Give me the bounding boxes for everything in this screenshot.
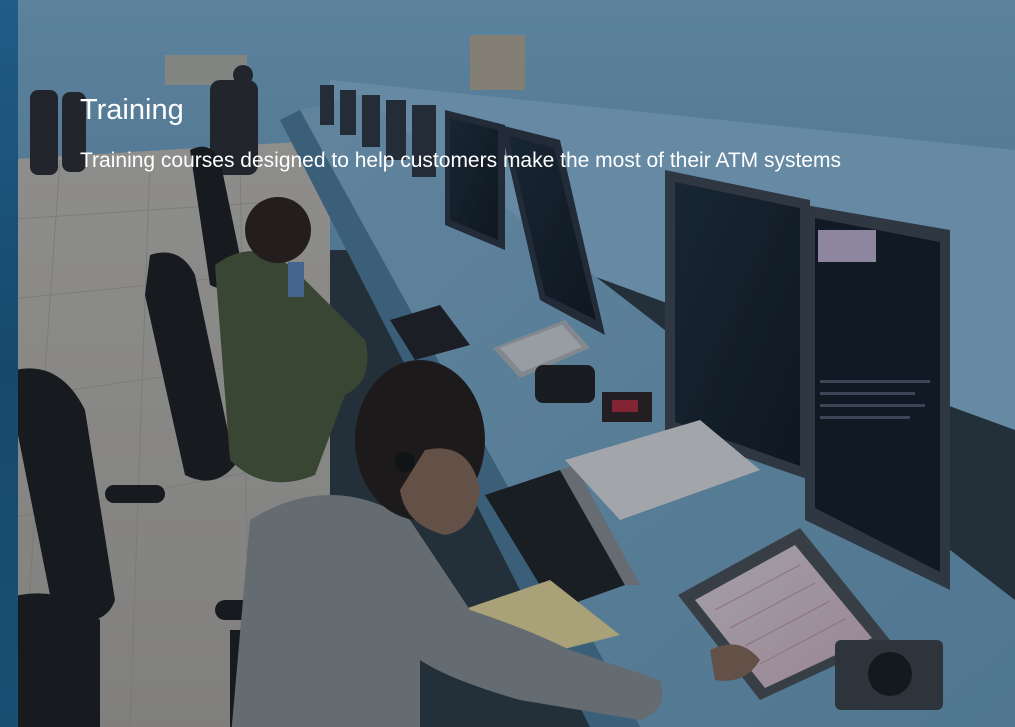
slide-title: Training xyxy=(80,94,184,126)
left-accent-band xyxy=(0,0,18,727)
slide-caption: Training Training courses designed to he… xyxy=(80,92,900,175)
slide-description: Training courses designed to help custom… xyxy=(80,149,841,172)
